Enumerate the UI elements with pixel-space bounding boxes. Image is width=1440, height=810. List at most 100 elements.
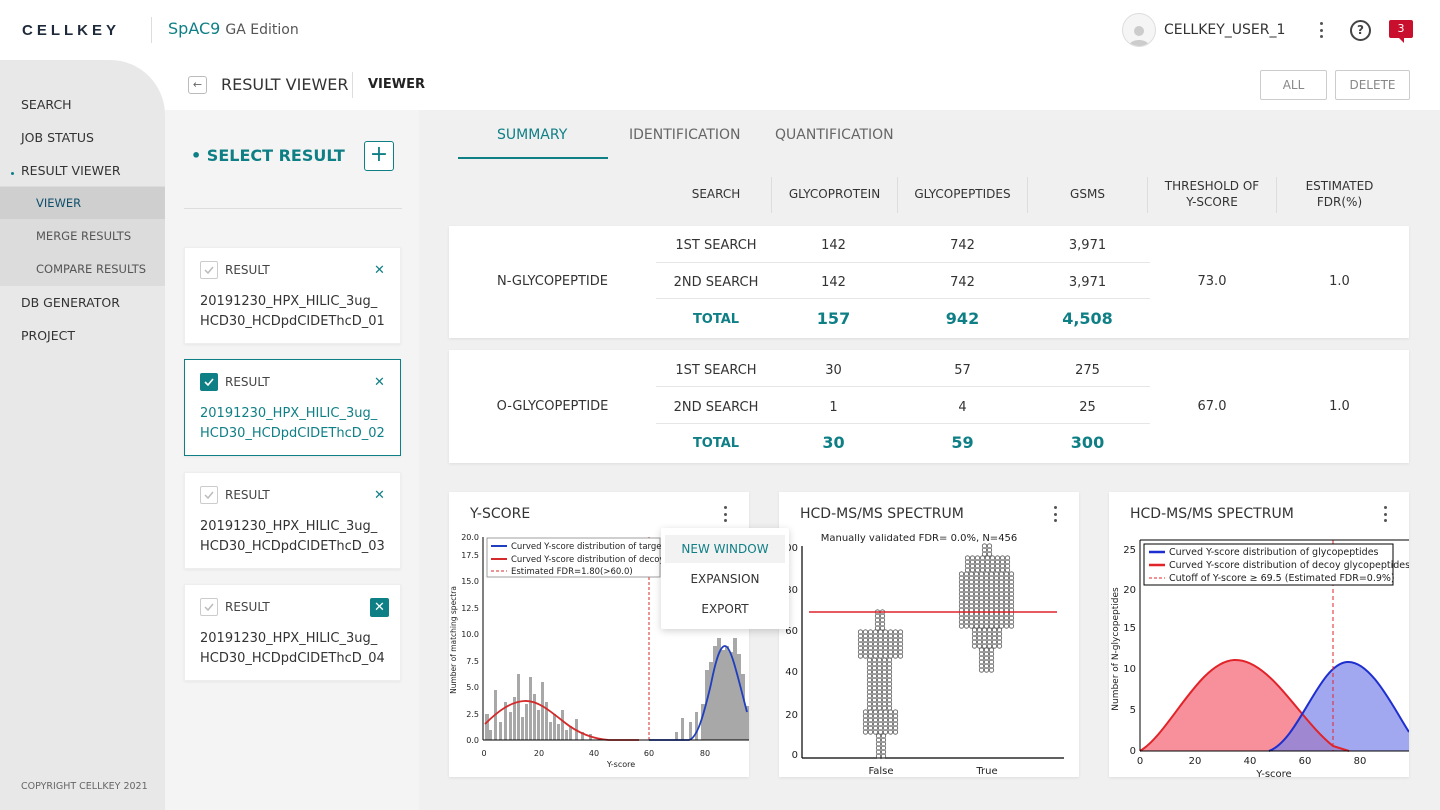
x-tick: 80	[700, 749, 710, 758]
x-tick: 60	[644, 749, 654, 758]
chart-menu-icon[interactable]	[1382, 506, 1388, 522]
notification-badge[interactable]: 3	[1389, 20, 1413, 43]
row-gsms: 275	[1075, 363, 1100, 378]
back-icon[interactable]: ←	[188, 76, 207, 94]
result-name-line2: HCD30_HCDpdCIDEThcD_01	[200, 314, 385, 329]
row-glycoprotein: 142	[821, 238, 846, 253]
panel-divider	[184, 208, 402, 209]
x-axis-label: Y-score	[606, 760, 635, 769]
close-icon[interactable]: ✕	[370, 373, 389, 392]
x-tick: 80	[1354, 756, 1367, 767]
y-tick: 20	[1123, 585, 1136, 596]
row-search: 2ND SEARCH	[673, 275, 759, 290]
legend: Curved Y-score distribution of glycopept…	[1143, 543, 1409, 586]
result-checkbox[interactable]	[200, 598, 218, 616]
tab-quantification[interactable]: QUANTIFICATION	[775, 127, 894, 143]
threshold-value: 67.0	[1197, 399, 1227, 414]
legend-item: Curved Y-score distribution of glycopept…	[1169, 547, 1379, 558]
sidebar-item-result-viewer[interactable]: RESULT VIEWER	[0, 163, 165, 183]
y-tick: 15.0	[461, 577, 479, 586]
col-header-search: SEARCH	[691, 187, 741, 201]
delete-button[interactable]: DELETE	[1335, 70, 1410, 100]
x-tick: 20	[1189, 756, 1202, 767]
sidebar-item-viewer[interactable]: VIEWER	[0, 196, 165, 210]
hcd-spectrum-curves-card: HCD-MS/MS SPECTRUM 0 5 10 15 20 25 0 20 …	[1109, 492, 1409, 777]
x-tick: 60	[1299, 756, 1312, 767]
username: CELLKEY_USER_1	[1164, 22, 1286, 38]
menu-item-export[interactable]: EXPORT	[665, 595, 785, 623]
copyright: COPYRIGHT CELLKEY 2021	[21, 781, 148, 792]
menu-item-expansion[interactable]: EXPANSION	[665, 565, 785, 593]
more-options-icon[interactable]	[1312, 20, 1330, 40]
result-card[interactable]: RESULT ✕ 20191230_HPX_HILIC_3ug_ HCD30_HC…	[184, 584, 401, 681]
result-name-line1: 20191230_HPX_HILIC_3ug_	[200, 294, 378, 309]
top-bar: CELLKEY SpAC9 GA Edition CELLKEY_USER_1 …	[0, 0, 1440, 60]
result-label: RESULT	[225, 375, 270, 389]
row-glycopeptides: 57	[954, 363, 971, 378]
validated-fdr-plot: Manually validated FDR= 0.0%, N=456 0 20…	[779, 534, 1064, 777]
tab-identification[interactable]: IDENTIFICATION	[629, 127, 741, 143]
cellkey-logo[interactable]: CELLKEY	[22, 22, 120, 39]
result-name: 20191230_HPX_HILIC_3ug_ HCD30_HCDpdCIDETh…	[200, 292, 390, 332]
result-card[interactable]: RESULT ✕ 20191230_HPX_HILIC_3ug_ HCD30_HC…	[184, 472, 401, 569]
check-icon	[204, 266, 214, 275]
row-total-label: TOTAL	[692, 312, 740, 327]
row-gsms: 3,971	[1068, 275, 1107, 290]
total-glycopeptides: 942	[945, 309, 980, 328]
result-select-panel	[165, 110, 419, 810]
y-tick: 10	[1123, 664, 1136, 675]
y-tick: 2.5	[466, 710, 479, 719]
result-name-line2: HCD30_HCDpdCIDEThcD_03	[200, 539, 385, 554]
sidebar-item-search[interactable]: SEARCH	[0, 97, 165, 117]
row-divider	[656, 262, 1150, 263]
y-tick: 10.0	[461, 630, 479, 639]
help-icon[interactable]: ?	[1350, 20, 1371, 41]
chart-context-menu: NEW WINDOW EXPANSION EXPORT	[661, 528, 789, 629]
title-divider	[352, 72, 353, 98]
x-tick: 0	[481, 749, 486, 758]
col-header-glycopeptides: GLYCOPEPTIDES	[914, 187, 1011, 201]
select-result-title: • SELECT RESULT	[191, 146, 345, 165]
result-checkbox[interactable]	[200, 373, 218, 391]
total-glycoprotein: 157	[816, 309, 851, 328]
sidebar-item-db-generator[interactable]: DB GENERATOR	[0, 295, 165, 310]
total-glycoprotein: 30	[822, 433, 845, 452]
add-result-button[interactable]: +	[364, 141, 394, 171]
chart-menu-icon[interactable]	[1052, 506, 1058, 522]
legend-item: Cutoff of Y-score ≥ 69.5 (Estimated FDR=…	[1169, 573, 1395, 584]
chart-menu-icon[interactable]	[722, 506, 728, 522]
sidebar-item-merge-results[interactable]: MERGE RESULTS	[0, 229, 165, 243]
close-icon[interactable]: ✕	[370, 486, 389, 505]
fdr-value: 1.0	[1329, 274, 1350, 289]
y-tick: 40	[785, 667, 798, 678]
menu-item-new-window[interactable]: NEW WINDOW	[665, 535, 785, 563]
row-search: 1ST SEARCH	[675, 238, 757, 253]
col-header-threshold-line1: THRESHOLD OF	[1164, 179, 1260, 193]
sidebar-item-job-status[interactable]: JOB STATUS	[0, 130, 165, 150]
y-tick: 0.0	[466, 736, 479, 745]
sidebar-item-compare-results[interactable]: COMPARE RESULTS	[0, 262, 165, 276]
result-checkbox[interactable]	[200, 486, 218, 504]
result-card-selected[interactable]: RESULT ✕ 20191230_HPX_HILIC_3ug_ HCD30_HC…	[184, 359, 401, 456]
user-menu[interactable]: CELLKEY_USER_1	[1122, 13, 1285, 47]
user-icon	[1129, 26, 1149, 46]
o-glycopeptide-group: O-GLYCOPEPTIDE 1ST SEARCH 30 57 275 2ND …	[449, 350, 1409, 463]
check-icon	[204, 378, 214, 387]
false-dots	[857, 609, 904, 759]
total-gsms: 300	[1070, 433, 1105, 452]
sidebar-item-project[interactable]: PROJECT	[0, 328, 165, 343]
result-card[interactable]: RESULT ✕ 20191230_HPX_HILIC_3ug_ HCD30_HC…	[184, 247, 401, 344]
row-divider	[656, 298, 1150, 299]
close-icon[interactable]: ✕	[370, 261, 389, 280]
legend: Curved Y-score distribution of targets C…	[486, 537, 670, 578]
active-tab-indicator	[458, 157, 608, 159]
y-tick: 20.0	[461, 534, 479, 542]
result-checkbox[interactable]	[200, 261, 218, 279]
tab-summary[interactable]: SUMMARY	[497, 127, 567, 143]
close-icon[interactable]: ✕	[370, 598, 389, 617]
all-button[interactable]: ALL	[1260, 70, 1327, 100]
y-tick: 12.5	[461, 604, 479, 613]
check-icon	[204, 603, 214, 612]
row-gsms: 25	[1079, 400, 1096, 415]
header-divider	[151, 17, 152, 43]
